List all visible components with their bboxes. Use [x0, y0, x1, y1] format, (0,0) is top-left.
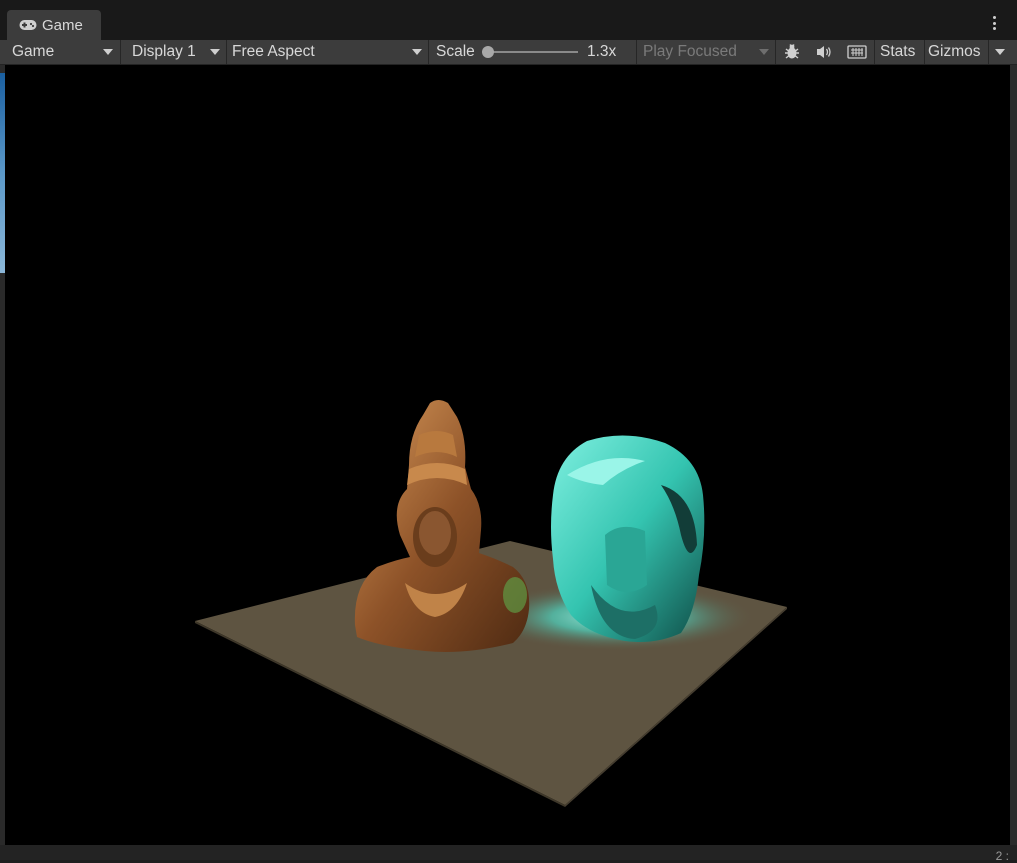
- keyboard-icon[interactable]: [843, 40, 871, 64]
- chevron-down-icon: [210, 49, 220, 55]
- aspect-label: Free Aspect: [232, 43, 315, 60]
- bottom-edge: [0, 845, 1017, 860]
- tab-bar: Game: [0, 0, 1017, 40]
- right-panel-edge: [1010, 65, 1017, 860]
- gizmos-button[interactable]: Gizmos: [928, 40, 988, 64]
- chevron-down-icon: [995, 49, 1005, 55]
- play-mode-dropdown[interactable]: Play Focused: [637, 40, 775, 64]
- tab-game[interactable]: Game: [7, 10, 101, 40]
- chevron-down-icon: [412, 49, 422, 55]
- audio-mute-icon[interactable]: [810, 40, 838, 64]
- chevron-down-icon: [103, 49, 113, 55]
- view-mode-dropdown[interactable]: Game: [6, 40, 119, 64]
- gizmos-dropdown[interactable]: [989, 40, 1011, 64]
- display-dropdown[interactable]: Display 1: [126, 40, 226, 64]
- tab-label: Game: [42, 16, 83, 34]
- view-mode-label: Game: [12, 43, 55, 60]
- stats-button[interactable]: Stats: [880, 40, 924, 64]
- game-viewport[interactable]: [5, 65, 1010, 845]
- play-mode-label: Play Focused: [643, 43, 737, 60]
- cyan-head: [551, 435, 705, 642]
- chevron-down-icon: [759, 49, 769, 55]
- game-toolbar: Game Display 1 Free Aspect Scale 1.3x Pl…: [0, 40, 1017, 65]
- scale-label: Scale: [436, 43, 475, 60]
- status-corner: 2 :: [995, 849, 1009, 863]
- gamepad-icon: [19, 19, 37, 31]
- bronze-bust: [354, 400, 530, 652]
- kebab-menu-icon[interactable]: [987, 13, 1001, 33]
- scale-slider-handle[interactable]: [482, 46, 494, 58]
- bug-icon[interactable]: [778, 40, 806, 64]
- scene-render: [195, 400, 787, 807]
- scale-slider-track[interactable]: [490, 51, 578, 53]
- scale-value: 1.3x: [587, 43, 617, 60]
- display-label: Display 1: [132, 43, 196, 60]
- aspect-dropdown[interactable]: Free Aspect: [226, 40, 428, 64]
